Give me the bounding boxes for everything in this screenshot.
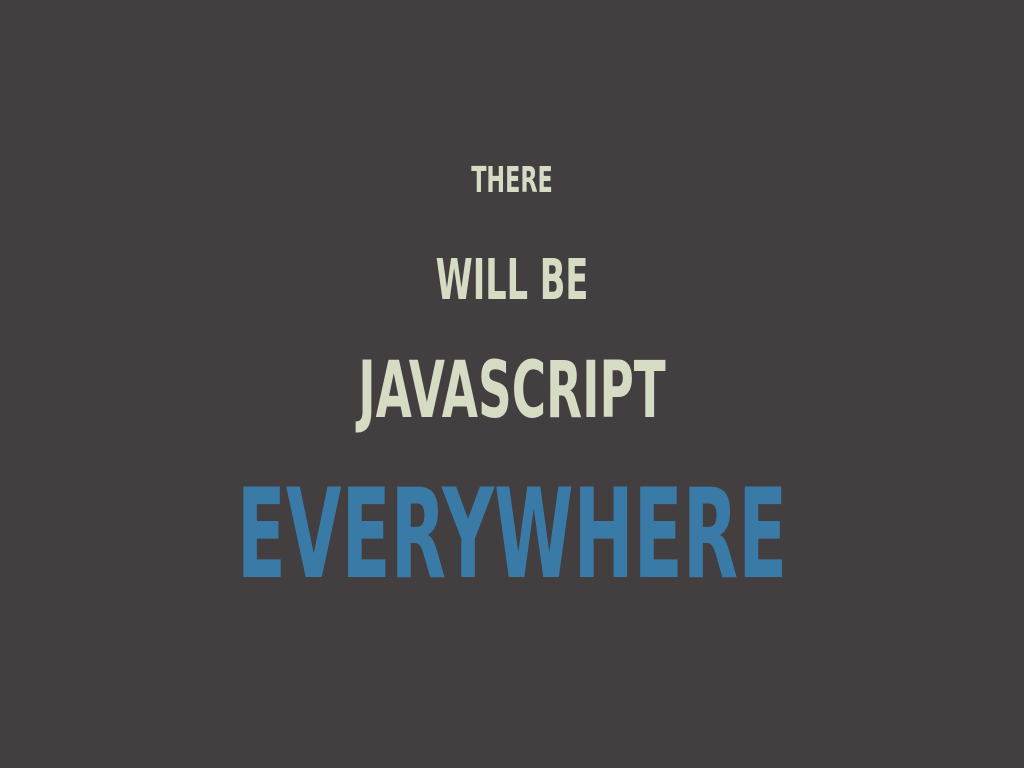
- slide-line-javascript: JAVASCRIPT: [358, 346, 666, 436]
- slide: THERE WILL BE JAVASCRIPT EVERYWHERE: [0, 0, 1024, 768]
- slide-line-everywhere: EVERYWHERE: [236, 463, 788, 607]
- slide-line-there: THERE: [471, 160, 553, 201]
- slide-line-will-be: WILL BE: [435, 248, 589, 313]
